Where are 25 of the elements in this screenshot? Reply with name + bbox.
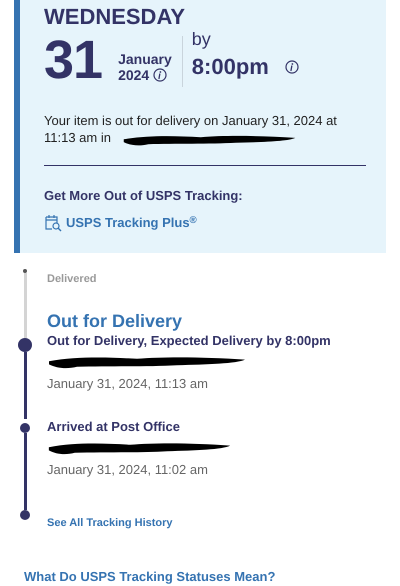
statuses-link[interactable]: What Do USPS Tracking Statuses Mean? bbox=[24, 566, 276, 586]
timestamp-text: January 31, 2024, 11:02 am bbox=[47, 461, 209, 480]
current-status-heading: Out for Delivery bbox=[47, 311, 184, 334]
timeline-line bbox=[24, 352, 26, 420]
promo-heading: Get More Out of USPS Tracking: bbox=[44, 186, 244, 205]
info-icon[interactable] bbox=[153, 68, 168, 82]
timeline-dot bbox=[23, 268, 27, 273]
timeline-dot bbox=[18, 338, 32, 352]
status-message: Your item is out for delivery on January 31, 2024 at 11:13 am in bbox=[44, 113, 338, 147]
day-number: 31 bbox=[44, 33, 102, 88]
tracking-plus-link[interactable]: USPS Tracking Plus$^{®}$ bbox=[66, 213, 197, 233]
status-text: Out for Delivery, Expected Delivery by 8:00pm bbox=[47, 333, 331, 350]
month-text: January bbox=[118, 52, 172, 68]
status-text: Arrived at Post Office bbox=[47, 419, 181, 436]
status-label: Delivered bbox=[47, 272, 97, 287]
timeline-dot bbox=[20, 423, 30, 434]
timestamp-text: January 31, 2024, 11:13 am bbox=[47, 374, 209, 393]
weekday-text: WEDNESDAY bbox=[44, 4, 186, 30]
timeline-dot bbox=[20, 510, 30, 520]
year-text: 2024 bbox=[118, 68, 150, 84]
calendar-search-icon bbox=[44, 214, 62, 232]
time-text: 8:00pm bbox=[192, 53, 269, 82]
by-label: by bbox=[192, 30, 212, 50]
info-icon[interactable] bbox=[284, 60, 299, 74]
tracking-history-link[interactable]: See All Tracking History bbox=[47, 516, 173, 529]
